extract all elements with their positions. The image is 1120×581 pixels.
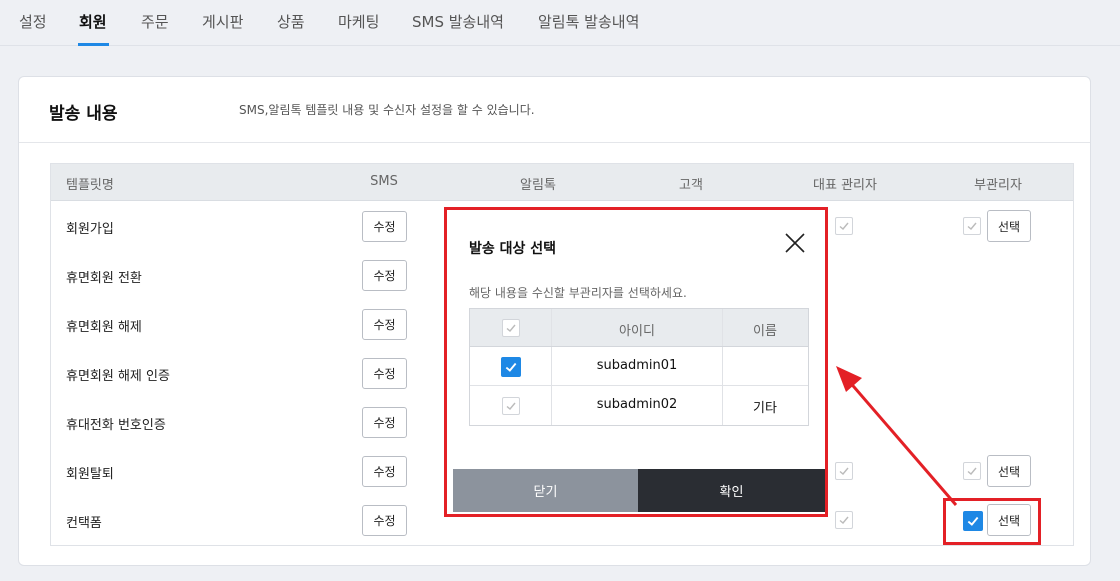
annotation-arrow: [836, 366, 958, 506]
